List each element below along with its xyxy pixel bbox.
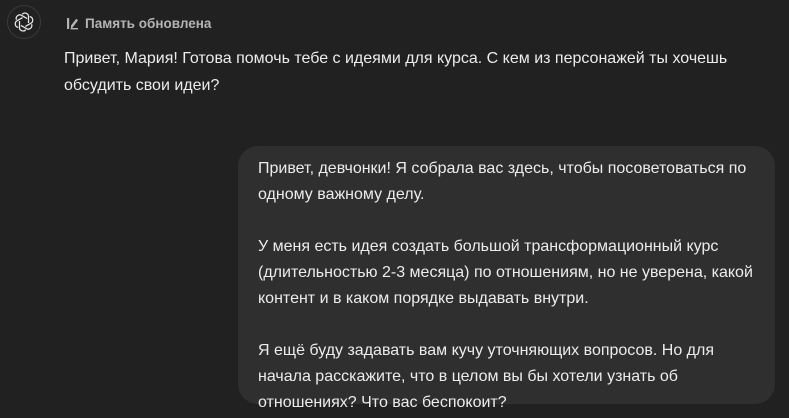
memory-updated-status[interactable]: Память обновлена [66,13,211,33]
user-message-bubble: Привет, девчонки! Я собрала вас здесь, ч… [238,146,775,411]
openai-logo-icon [14,12,34,32]
user-message-paragraph: У меня есть идея создать большой трансфо… [258,238,753,307]
memory-updated-icon [66,17,79,30]
assistant-message: Привет, Мария! Готова помочь тебе с идея… [64,50,728,94]
user-message-paragraph: Я ещё буду задавать вам кучу уточняющих … [258,342,714,411]
memory-status-label: Память обновлена [85,15,212,31]
user-message-paragraph: Привет, девчонки! Я собрала вас здесь, ч… [258,160,747,203]
assistant-avatar [7,5,41,39]
